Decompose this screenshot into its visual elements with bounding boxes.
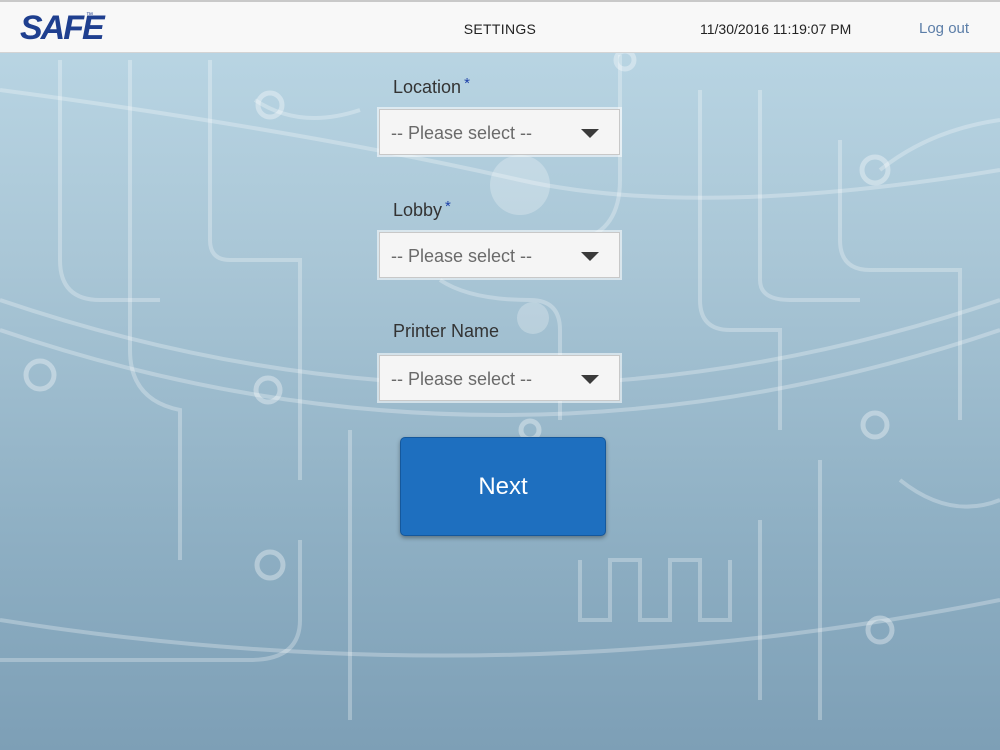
lobby-label-text: Lobby: [393, 200, 443, 220]
chevron-down-icon: [581, 129, 599, 138]
printer-name-select-value: -- Please select --: [391, 369, 533, 389]
top-header: SAFE ™ SETTINGS 11/30/2016 11:19:07 PM L…: [0, 0, 1000, 53]
location-select[interactable]: -- Please select --: [379, 109, 620, 155]
location-required-marker: *: [464, 75, 470, 92]
lobby-required-marker: *: [445, 198, 451, 215]
current-datetime: 11/30/2016 11:19:07 PM: [700, 21, 852, 37]
location-label-text: Location: [393, 77, 462, 97]
lobby-select[interactable]: -- Please select --: [379, 232, 620, 278]
location-label: Location *: [393, 75, 470, 98]
chevron-down-icon: [581, 252, 599, 261]
lobby-select-value: -- Please select --: [391, 246, 533, 266]
printer-name-label-text: Printer Name: [393, 321, 500, 341]
lobby-label: Lobby *: [393, 198, 451, 221]
printer-name-select[interactable]: -- Please select --: [379, 355, 620, 401]
printer-name-label: Printer Name: [393, 321, 499, 342]
location-select-value: -- Please select --: [391, 123, 533, 143]
chevron-down-icon: [581, 375, 599, 384]
next-button[interactable]: Next: [400, 437, 606, 536]
logo-trademark: ™: [86, 12, 93, 19]
logout-link[interactable]: Log out: [919, 20, 969, 37]
